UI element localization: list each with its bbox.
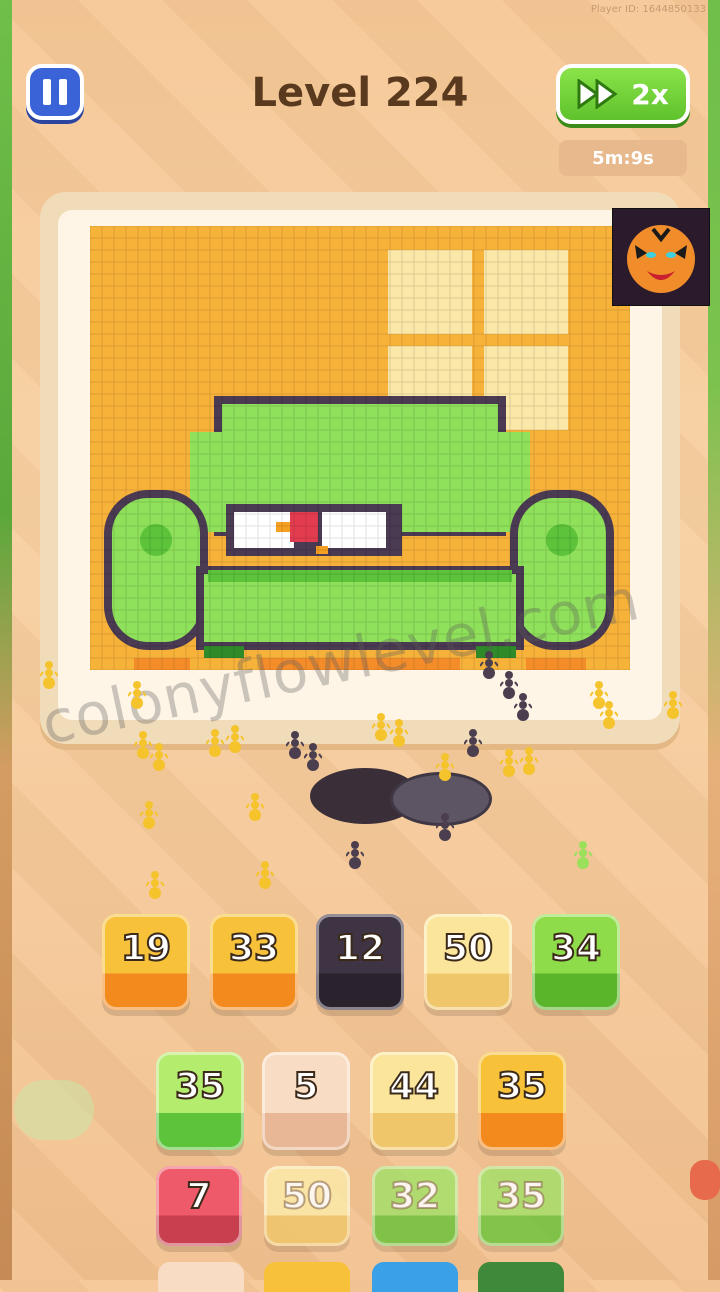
ant-icon xyxy=(500,749,518,777)
color-tile[interactable]: 5 xyxy=(262,1052,350,1150)
ant-icon xyxy=(226,725,244,753)
ant-icon xyxy=(346,841,364,869)
color-tile[interactable]: 32 xyxy=(372,1166,458,1246)
ant-icon xyxy=(246,793,264,821)
color-tile[interactable]: 34 xyxy=(532,914,620,1010)
ant-icon xyxy=(520,747,538,775)
ant-icon xyxy=(372,713,390,741)
partial-tile-peek xyxy=(264,1262,350,1292)
right-edge-strip xyxy=(708,0,720,1280)
ant-icon xyxy=(464,729,482,757)
ant-icon xyxy=(146,871,164,899)
ant-icon xyxy=(574,841,592,869)
partial-tile-peek xyxy=(478,1262,564,1292)
color-tile[interactable]: 19 xyxy=(102,914,190,1010)
partial-tile-peek xyxy=(372,1262,458,1292)
speed-label: 2x xyxy=(631,77,669,111)
partial-tile-peek xyxy=(158,1262,244,1292)
ant-icon xyxy=(480,651,498,679)
player-id-label: Player ID: 1644850133 xyxy=(590,4,706,15)
ant-icon xyxy=(286,731,304,759)
ant-icon xyxy=(436,813,454,841)
ant-icon xyxy=(150,743,168,771)
ant-icon xyxy=(206,729,224,757)
background-flower-decoration xyxy=(690,1160,720,1200)
level-timer: 5m:9s xyxy=(559,140,687,176)
color-tile[interactable]: 35 xyxy=(478,1052,566,1150)
ant-icon xyxy=(514,693,532,721)
ant-icon xyxy=(436,753,454,781)
color-tile[interactable]: 33 xyxy=(210,914,298,1010)
ant-icon xyxy=(664,691,682,719)
ant-icon xyxy=(390,719,408,747)
left-edge-strip xyxy=(0,0,12,1280)
background-bush-decoration xyxy=(14,1080,94,1140)
ant-icon xyxy=(256,861,274,889)
fast-forward-icon xyxy=(577,79,618,109)
color-tile[interactable]: 44 xyxy=(370,1052,458,1150)
color-tile[interactable]: 50 xyxy=(264,1166,350,1246)
color-tile[interactable]: 35 xyxy=(156,1052,244,1150)
ant-icon xyxy=(140,801,158,829)
speed-toggle-button[interactable]: 2x xyxy=(556,64,690,124)
ant-icon xyxy=(40,661,58,689)
tiger-logo xyxy=(612,208,710,306)
color-tile[interactable]: 50 xyxy=(424,914,512,1010)
ant-icon xyxy=(128,681,146,709)
ant-icon xyxy=(600,701,618,729)
color-tile[interactable]: 7 xyxy=(156,1166,242,1246)
color-tile[interactable]: 12 xyxy=(316,914,404,1010)
ant-icon xyxy=(304,743,322,771)
color-tile[interactable]: 35 xyxy=(478,1166,564,1246)
